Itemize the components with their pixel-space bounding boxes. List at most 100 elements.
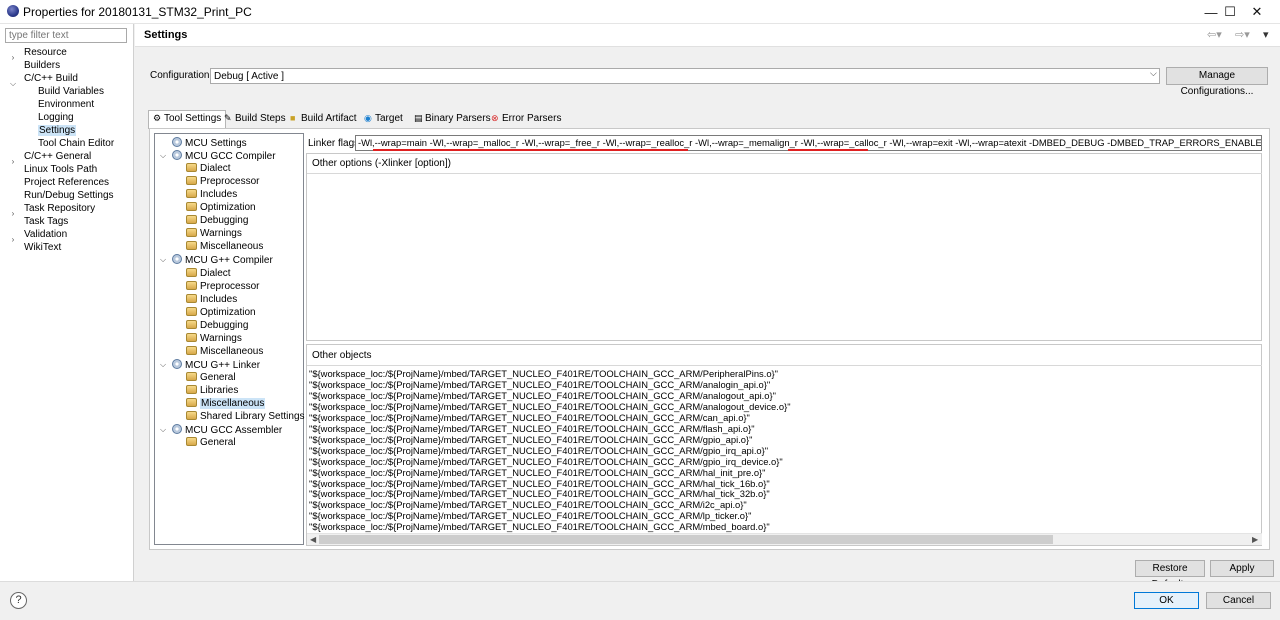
tree-item-mcu-gcc-compiler[interactable]: MCU GCC Compiler <box>172 150 276 163</box>
tree-item-miscellaneous[interactable]: Miscellaneous <box>186 398 266 410</box>
manage-configurations-button[interactable]: Manage Configurations... <box>1166 67 1268 97</box>
tree-item-mcu-g-linker[interactable]: MCU G++ Linker <box>172 358 261 372</box>
chevron-down-icon[interactable]: ⌵ <box>9 79 17 89</box>
nav-item-build-variables[interactable]: Build Variables <box>38 85 104 98</box>
nav-item-tool-chain-editor[interactable]: Tool Chain Editor <box>38 137 114 150</box>
tree-item-warnings[interactable]: Warnings <box>186 228 242 240</box>
tree-item-label: MCU G++ Linker <box>185 359 261 371</box>
view-menu-icon[interactable]: ▾ <box>1263 28 1269 41</box>
chevron-down-icon[interactable]: ⌵ <box>1150 68 1157 79</box>
tree-item-label: Includes <box>200 189 238 201</box>
nav-item-c-c-build[interactable]: C/C++ Build <box>24 72 78 85</box>
chevron-right-icon[interactable]: › <box>9 53 17 62</box>
other-objects-title: Other objects <box>312 350 372 361</box>
other-options-box[interactable] <box>306 153 1262 341</box>
list-item[interactable]: "${workspace_loc:/${ProjName}/mbed/TARGE… <box>309 401 791 412</box>
nav-item-wikitext[interactable]: WikiText <box>24 241 61 254</box>
tree-item-optimization[interactable]: Optimization <box>186 202 256 214</box>
tree-item-includes[interactable]: Includes <box>186 293 237 306</box>
chevron-down-icon[interactable]: ⌵ <box>160 425 166 435</box>
list-item[interactable]: "${workspace_loc:/${ProjName}/mbed/TARGE… <box>309 478 770 489</box>
tab-error-parsers[interactable]: ⊗ Error Parsers <box>487 111 565 128</box>
scroll-left-icon[interactable]: ◀ <box>310 535 316 544</box>
nav-item-c-c-general[interactable]: C/C++ General <box>24 150 91 163</box>
tree-item-miscellaneous[interactable]: Miscellaneous <box>186 241 263 253</box>
apply-button[interactable]: Apply <box>1210 560 1274 577</box>
back-arrow-icon[interactable]: ⇦▾ <box>1207 28 1222 41</box>
chevron-right-icon[interactable]: › <box>9 209 17 218</box>
list-item[interactable]: "${workspace_loc:/${ProjName}/mbed/TARGE… <box>309 379 770 390</box>
nav-item-label: Linux Tools Path <box>24 164 98 175</box>
tree-item-mcu-settings[interactable]: MCU Settings <box>172 137 247 150</box>
cancel-button[interactable]: Cancel <box>1206 592 1271 609</box>
restore-defaults-button[interactable]: Restore Defaults <box>1135 560 1205 590</box>
nav-item-resource[interactable]: Resource <box>24 46 67 59</box>
configuration-label: Configuration: <box>150 70 213 81</box>
chevron-down-icon[interactable]: ⌵ <box>160 151 166 161</box>
list-item[interactable]: "${workspace_loc:/${ProjName}/mbed/TARGE… <box>309 445 768 456</box>
tool-icon <box>172 150 182 161</box>
nav-item-run-debug-settings[interactable]: Run/Debug Settings <box>24 189 114 202</box>
nav-item-builders[interactable]: Builders <box>24 59 60 72</box>
list-item[interactable]: "${workspace_loc:/${ProjName}/mbed/TARGE… <box>309 423 755 434</box>
tree-item-dialect[interactable]: Dialect <box>186 267 231 280</box>
tree-item-dialect[interactable]: Dialect <box>186 163 231 175</box>
list-item[interactable]: "${workspace_loc:/${ProjName}/mbed/TARGE… <box>309 488 770 499</box>
nav-item-environment[interactable]: Environment <box>38 98 94 111</box>
chevron-right-icon[interactable]: › <box>9 157 17 166</box>
chevron-right-icon[interactable]: › <box>9 235 17 244</box>
nav-item-task-repository[interactable]: Task Repository <box>24 202 95 215</box>
tree-item-miscellaneous[interactable]: Miscellaneous <box>186 345 263 358</box>
tree-item-mcu-gcc-assembler[interactable]: MCU GCC Assembler <box>172 424 282 437</box>
tree-item-warnings[interactable]: Warnings <box>186 332 242 345</box>
nav-item-label: Settings <box>38 125 77 136</box>
tree-item-shared-library-settings[interactable]: Shared Library Settings <box>186 411 305 423</box>
tree-item-preprocessor[interactable]: Preprocessor <box>186 280 259 293</box>
nav-item-task-tags[interactable]: Task Tags <box>24 215 68 228</box>
list-item[interactable]: "${workspace_loc:/${ProjName}/mbed/TARGE… <box>309 510 751 521</box>
list-item[interactable]: "${workspace_loc:/${ProjName}/mbed/TARGE… <box>309 434 752 445</box>
list-item[interactable]: "${workspace_loc:/${ProjName}/mbed/TARGE… <box>309 521 770 532</box>
nav-item-label: Validation <box>24 229 68 240</box>
tree-item-general[interactable]: General <box>186 371 236 384</box>
tree-item-libraries[interactable]: Libraries <box>186 384 238 397</box>
list-item[interactable]: "${workspace_loc:/${ProjName}/mbed/TARGE… <box>309 499 747 510</box>
tab-build-steps[interactable]: ✎ Build Steps <box>220 111 290 128</box>
tree-item-debugging[interactable]: Debugging <box>186 319 248 332</box>
tree-item-label: Preprocessor <box>200 176 260 188</box>
scroll-right-icon[interactable]: ▶ <box>1252 535 1258 544</box>
configuration-select[interactable]: Debug [ Active ] <box>210 68 1160 84</box>
help-icon[interactable]: ? <box>10 592 27 609</box>
list-item[interactable]: "${workspace_loc:/${ProjName}/mbed/TARGE… <box>309 467 766 478</box>
ok-button[interactable]: OK <box>1134 592 1199 609</box>
option-category-icon <box>186 189 197 199</box>
tree-item-preprocessor[interactable]: Preprocessor <box>186 176 259 188</box>
build-steps-icon: ✎ <box>224 113 232 123</box>
list-item[interactable]: "${workspace_loc:/${ProjName}/mbed/TARGE… <box>309 456 783 467</box>
option-category-icon <box>186 215 197 225</box>
tree-item-mcu-g-compiler[interactable]: MCU G++ Compiler <box>172 254 273 267</box>
nav-item-project-references[interactable]: Project References <box>24 176 109 189</box>
list-item[interactable]: "${workspace_loc:/${ProjName}/mbed/TARGE… <box>309 368 778 379</box>
tab-build-artifact[interactable]: ■ Build Artifact <box>286 111 361 128</box>
forward-arrow-icon[interactable]: ⇨▾ <box>1235 28 1250 41</box>
scrollbar-thumb[interactable] <box>319 535 1053 544</box>
list-item[interactable]: "${workspace_loc:/${ProjName}/mbed/TARGE… <box>309 390 776 401</box>
tab-binary-parsers[interactable]: ▤ Binary Parsers <box>410 111 495 128</box>
tree-item-debugging[interactable]: Debugging <box>186 215 248 227</box>
title-bar: Properties for 20180131_STM32_Print_PC —… <box>0 0 1280 24</box>
tree-item-general[interactable]: General <box>186 437 236 449</box>
close-button[interactable]: ✕ <box>1234 0 1280 24</box>
chevron-down-icon[interactable]: ⌵ <box>160 360 166 370</box>
tree-item-includes[interactable]: Includes <box>186 189 237 201</box>
nav-item-validation[interactable]: Validation <box>24 228 67 241</box>
nav-item-logging[interactable]: Logging <box>38 111 74 124</box>
list-item[interactable]: "${workspace_loc:/${ProjName}/mbed/TARGE… <box>309 412 750 423</box>
nav-item-linux-tools-path[interactable]: Linux Tools Path <box>24 163 97 176</box>
chevron-down-icon[interactable]: ⌵ <box>160 255 166 265</box>
filter-input[interactable] <box>5 28 127 43</box>
tree-item-optimization[interactable]: Optimization <box>186 306 256 319</box>
tab-tool-settings[interactable]: ⚙ Tool Settings <box>148 110 227 129</box>
nav-item-settings[interactable]: Settings <box>38 124 77 137</box>
tab-target[interactable]: ◉ Target <box>360 111 407 128</box>
